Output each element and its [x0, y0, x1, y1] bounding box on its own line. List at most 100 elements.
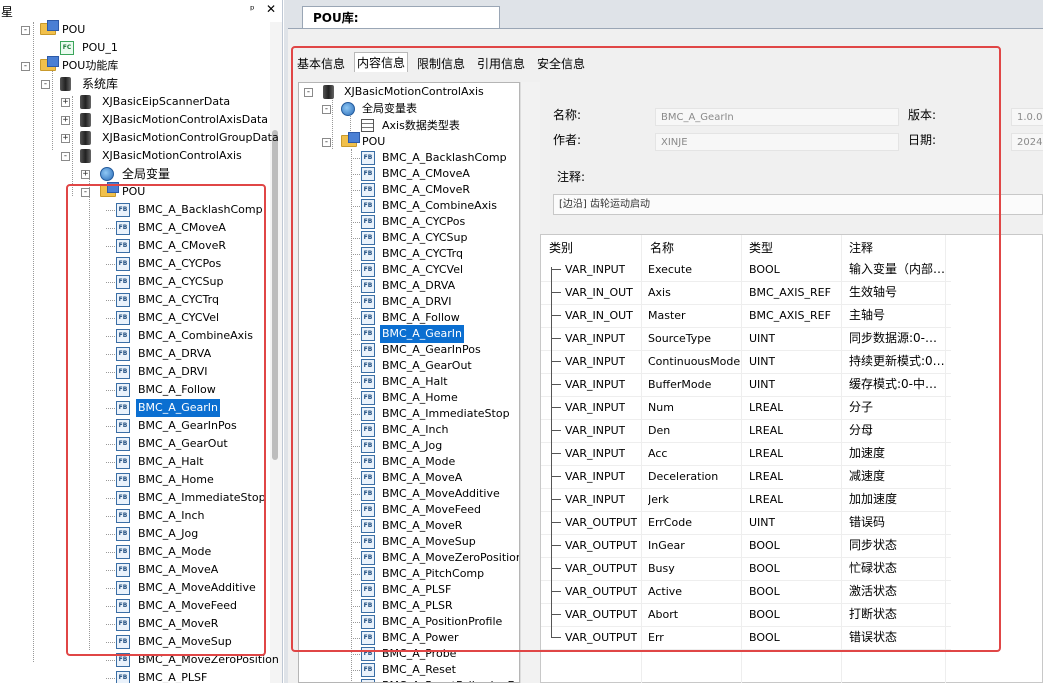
expand-icon[interactable]: +	[61, 98, 70, 107]
tree-node[interactable]: FB BMC_A_GearOut	[0, 435, 270, 453]
table-row[interactable]: VAR_OUTPUT Abort BOOL 打断状态	[541, 603, 1043, 626]
tree-node[interactable]: FB BMC_A_MoveSup	[0, 633, 270, 651]
tree-node[interactable]: + 全局变量	[0, 165, 270, 183]
tree-node[interactable]: FB BMC_A_DRVI	[0, 363, 270, 381]
collapse-icon[interactable]: -	[322, 138, 331, 147]
date-field[interactable]: 2024	[1011, 133, 1043, 151]
tree-node[interactable]: FB BMC_A_CMoveA	[0, 219, 270, 237]
expand-icon[interactable]: +	[81, 170, 90, 179]
left-scrollbar-thumb[interactable]	[272, 130, 278, 460]
tree-node[interactable]: FB BMC_A_GearInPos	[0, 417, 270, 435]
sub-tab-1[interactable]: 内容信息	[354, 52, 409, 72]
tree-branch	[351, 158, 360, 159]
tree-node-label: BMC_A_Jog	[138, 527, 199, 540]
table-row[interactable]: VAR_IN_OUT Axis BMC_AXIS_REF 生效轴号	[541, 281, 1043, 304]
col-header-comment[interactable]: 注释	[849, 239, 873, 256]
tree-node[interactable]: FB BMC_A_Mode	[0, 543, 270, 561]
table-row[interactable]: VAR_INPUT Deceleration LREAL 减速度	[541, 465, 1043, 488]
table-cell: 分母	[849, 423, 874, 437]
tree-node[interactable]: FB BMC_A_CombineAxis	[0, 327, 270, 345]
table-row[interactable]: VAR_OUTPUT Err BOOL 错误状态	[541, 626, 1043, 649]
tab-pou-library[interactable]: POU库: XJBasicMotionCont…	[302, 6, 500, 47]
tree-node[interactable]: FB BMC_A_CYCPos	[0, 255, 270, 273]
version-field[interactable]: 1.0.0	[1011, 108, 1043, 126]
tree-branch	[351, 590, 360, 591]
table-row[interactable]: VAR_OUTPUT Active BOOL 激活状态	[541, 580, 1043, 603]
tree-node[interactable]: FB BMC_A_GearIn	[0, 399, 270, 417]
table-row[interactable]: VAR_IN_OUT Master BMC_AXIS_REF 主轴号	[541, 304, 1043, 327]
collapse-icon[interactable]: -	[21, 62, 30, 71]
pin-icon[interactable]: ᵖ	[250, 3, 255, 16]
comment-field[interactable]: [边沿] 齿轮运动启动	[553, 194, 1043, 215]
tree-node[interactable]: - POU	[0, 20, 270, 39]
close-icon[interactable]: ✕	[266, 2, 276, 16]
collapse-icon[interactable]: -	[61, 152, 70, 161]
table-row[interactable]: VAR_INPUT SourceType UINT 同步数据源:0-…	[541, 327, 1043, 350]
tree-node[interactable]: FB BMC_A_CMoveR	[0, 237, 270, 255]
content-tree-node[interactable]: FB BMC_A_ResetFollowingErr	[299, 677, 519, 682]
table-row[interactable]: VAR_INPUT BufferMode UINT 缓存模式:0-中…	[541, 373, 1043, 396]
table-row[interactable]: VAR_INPUT Acc LREAL 加速度	[541, 442, 1043, 465]
col-header-category[interactable]: 类别	[549, 239, 573, 256]
tree-node[interactable]: FB BMC_A_ImmediateStop	[0, 489, 270, 507]
content-tree-scrollbar[interactable]	[520, 82, 540, 683]
collapse-icon[interactable]: -	[322, 105, 331, 114]
tree-node[interactable]: + XJBasicMotionControlAxisData	[0, 111, 270, 129]
table-row[interactable]: VAR_INPUT Jerk LREAL 加加速度	[541, 488, 1043, 511]
tree-node[interactable]: FB BMC_A_BacklashComp	[0, 201, 270, 219]
tree-node[interactable]: FB BMC_A_CYCVel	[0, 309, 270, 327]
table-row[interactable]: VAR_OUTPUT ErrCode UINT 错误码	[541, 511, 1043, 534]
tree-node[interactable]: FB BMC_A_Jog	[0, 525, 270, 543]
tree-node[interactable]: FB BMC_A_MoveA	[0, 561, 270, 579]
content-tree-node[interactable]: - 全局变量表	[299, 100, 519, 118]
tree-branch	[106, 480, 115, 481]
table-row[interactable]: VAR_INPUT ContinuousMode UINT 持续更新模式:0…	[541, 350, 1043, 373]
tree-branch	[106, 336, 115, 337]
expand-icon[interactable]: +	[61, 116, 70, 125]
tree-node[interactable]: FB BMC_A_MoveR	[0, 615, 270, 633]
collapse-icon[interactable]: -	[81, 188, 90, 197]
sub-tab-0[interactable]: 基本信息	[295, 54, 347, 74]
expand-icon[interactable]: +	[61, 134, 70, 143]
tree-node[interactable]: - POU功能库	[0, 56, 270, 75]
tree-node[interactable]: FB BMC_A_CYCTrq	[0, 291, 270, 309]
sub-tab-3[interactable]: 引用信息	[475, 54, 527, 74]
collapse-icon[interactable]: -	[304, 88, 313, 97]
tree-node[interactable]: FB BMC_A_Halt	[0, 453, 270, 471]
sub-tab-2[interactable]: 限制信息	[415, 54, 467, 74]
date-label: 日期:	[908, 133, 937, 147]
tree-node[interactable]: FB BMC_A_MoveAdditive	[0, 579, 270, 597]
collapse-icon[interactable]: -	[21, 26, 30, 35]
tree-node[interactable]: FB BMC_A_Inch	[0, 507, 270, 525]
table-cell: LREAL	[749, 470, 784, 483]
tree-node[interactable]: FC POU_1	[0, 39, 270, 57]
tree-node[interactable]: - XJBasicMotionControlAxis	[0, 147, 270, 165]
tree-node[interactable]: FB BMC_A_MoveFeed	[0, 597, 270, 615]
col-header-name[interactable]: 名称	[650, 239, 674, 256]
tree-node[interactable]: FB BMC_A_DRVA	[0, 345, 270, 363]
tree-node[interactable]: + XJBasicMotionControlGroupData	[0, 129, 279, 147]
column-divider	[741, 235, 742, 683]
fb-icon: FB	[116, 635, 130, 649]
table-row[interactable]: VAR_OUTPUT Busy BOOL 忙碌状态	[541, 557, 1043, 580]
tree-node[interactable]: - 系统库	[0, 75, 270, 93]
tree-node[interactable]: FB BMC_A_Follow	[0, 381, 270, 399]
tree-node[interactable]: FB BMC_A_CYCSup	[0, 273, 270, 291]
tree-node[interactable]: + XJBasicEipScannerData	[0, 93, 270, 111]
collapse-icon[interactable]: -	[41, 80, 50, 89]
name-field[interactable]: BMC_A_GearIn	[655, 108, 899, 126]
column-divider	[945, 235, 946, 683]
table-row[interactable]: VAR_INPUT Num LREAL 分子	[541, 396, 1043, 419]
table-row[interactable]: VAR_INPUT Den LREAL 分母	[541, 419, 1043, 442]
tree-node[interactable]: FB BMC_A_Home	[0, 471, 270, 489]
sub-tab-4[interactable]: 安全信息	[535, 54, 587, 74]
col-header-type[interactable]: 类型	[749, 239, 773, 256]
author-field[interactable]: XINJE	[655, 133, 899, 151]
tree-node[interactable]: FB BMC_A_MoveZeroPosition	[0, 651, 279, 669]
table-row[interactable]: VAR_INPUT Execute BOOL 输入变量（内部…	[541, 258, 1043, 281]
content-tree-node[interactable]: - XJBasicMotionControlAxis	[299, 83, 519, 101]
table-row[interactable]: VAR_OUTPUT InGear BOOL 同步状态	[541, 534, 1043, 557]
tree-node[interactable]: FB BMC_A_PLSF	[0, 669, 270, 683]
globe-icon	[100, 167, 114, 181]
tree-node[interactable]: - POU	[0, 182, 270, 201]
